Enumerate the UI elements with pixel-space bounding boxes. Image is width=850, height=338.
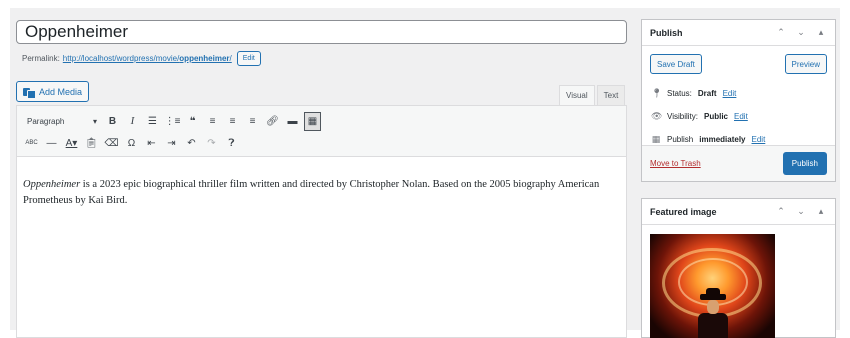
- help-icon[interactable]: ❓︎: [223, 134, 240, 153]
- paste-as-text-icon[interactable]: 📋︎: [83, 134, 100, 153]
- move-down-icon[interactable]: ⌄: [795, 27, 807, 38]
- permalink-bar: Permalink: http://localhost/wordpress/mo…: [22, 51, 261, 66]
- save-draft-button[interactable]: Save Draft: [650, 54, 702, 74]
- align-center-icon[interactable]: ≡: [224, 112, 241, 131]
- poster-figure: [698, 288, 728, 338]
- pin-icon: 📍︎: [651, 88, 663, 98]
- publish-box-title: Publish: [650, 27, 683, 38]
- collapse-icon[interactable]: ▴: [815, 27, 827, 38]
- editor-content[interactable]: Oppenheimer is a 2023 epic biographical …: [17, 157, 626, 209]
- clear-formatting-icon[interactable]: ⌫: [103, 134, 120, 153]
- featured-image-controls: ⌃ ⌄ ▴: [775, 206, 827, 217]
- format-select[interactable]: Paragraph ▾: [23, 112, 101, 130]
- add-media-icon: [23, 87, 36, 99]
- preview-button[interactable]: Preview: [784, 54, 827, 74]
- status-value: Draft: [697, 89, 717, 98]
- post-title-input[interactable]: Oppenheimer: [16, 20, 627, 44]
- schedule-value: immediately: [699, 135, 746, 144]
- italic-icon[interactable]: I: [124, 112, 141, 131]
- blockquote-icon[interactable]: ❝: [184, 112, 201, 131]
- move-up-icon[interactable]: ⌃: [775, 206, 787, 217]
- move-up-icon[interactable]: ⌃: [775, 27, 787, 38]
- tab-text[interactable]: Text: [596, 85, 626, 106]
- publish-footer: Move to Trash Publish: [642, 145, 835, 181]
- tab-visual[interactable]: Visual: [559, 85, 595, 106]
- editor-tabs: Visual Text: [559, 85, 626, 106]
- featured-image-header: Featured image ⌃ ⌄ ▴: [642, 199, 835, 225]
- publish-box-controls: ⌃ ⌄ ▴: [775, 27, 827, 38]
- outdent-icon[interactable]: ⇤: [143, 134, 160, 153]
- editor-toolbar: Paragraph ▾ B I ☰ ⋮≡ ❝ ≡ ≡ ≡ 🔗︎ ▬ ▦ ABC …: [17, 106, 626, 157]
- add-media-label: Add Media: [39, 86, 83, 97]
- status-row: 📍︎ Status: Draft Edit: [651, 88, 737, 98]
- visibility-edit-link[interactable]: Edit: [734, 112, 748, 121]
- featured-image-title: Featured image: [650, 206, 717, 217]
- visibility-row: 👁︎ Visibility: Public Edit: [651, 111, 748, 121]
- publish-button[interactable]: Publish: [782, 152, 827, 175]
- collapse-icon[interactable]: ▴: [815, 206, 827, 217]
- featured-image-thumbnail[interactable]: [650, 234, 775, 338]
- add-media-button[interactable]: Add Media: [16, 81, 90, 102]
- schedule-edit-link[interactable]: Edit: [752, 135, 766, 144]
- publish-box-header: Publish ⌃ ⌄ ▴: [642, 20, 835, 46]
- special-character-icon[interactable]: Ω: [123, 134, 140, 153]
- content-emphasis: Oppenheimer: [23, 179, 81, 190]
- bold-icon[interactable]: B: [104, 112, 121, 131]
- toolbar-row-1: Paragraph ▾ B I ☰ ⋮≡ ❝ ≡ ≡ ≡ 🔗︎ ▬ ▦: [23, 110, 620, 132]
- align-right-icon[interactable]: ≡: [244, 112, 261, 131]
- align-left-icon[interactable]: ≡: [204, 112, 221, 131]
- undo-icon[interactable]: ↶: [183, 134, 200, 153]
- redo-icon[interactable]: ↷: [203, 134, 220, 153]
- publish-actions: Save Draft Preview: [642, 46, 835, 82]
- move-to-trash-link[interactable]: Move to Trash: [650, 159, 701, 168]
- text-color-icon[interactable]: A▾: [63, 134, 80, 153]
- featured-image-box: Featured image ⌃ ⌄ ▴: [641, 198, 836, 338]
- content-text: is a 2023 epic biographical thriller fil…: [23, 179, 600, 206]
- permalink-slug: oppenheimer: [179, 54, 230, 63]
- numbered-list-icon[interactable]: ⋮≡: [164, 112, 181, 131]
- strikethrough-icon[interactable]: ABC: [23, 134, 40, 153]
- permalink-label: Permalink:: [22, 54, 60, 63]
- permalink-edit-button[interactable]: Edit: [236, 51, 261, 66]
- permalink-link[interactable]: http://localhost/wordpress/movie/oppenhe…: [63, 54, 232, 63]
- toolbar-row-2: ABC — A▾ 📋︎ ⌫ Ω ⇤ ⇥ ↶ ↷ ❓︎: [23, 132, 620, 154]
- toolbar-toggle-icon[interactable]: ▦: [304, 111, 321, 131]
- chevron-down-icon: ▾: [92, 116, 97, 126]
- eye-icon: 👁︎: [651, 111, 663, 121]
- indent-icon[interactable]: ⇥: [163, 134, 180, 153]
- move-down-icon[interactable]: ⌄: [795, 206, 807, 217]
- horizontal-line-icon[interactable]: —: [43, 134, 60, 153]
- publish-box: Publish ⌃ ⌄ ▴ Save Draft Preview 📍︎ Stat…: [641, 19, 836, 182]
- bullet-list-icon[interactable]: ☰: [144, 112, 161, 131]
- calendar-icon: ▦: [651, 134, 661, 144]
- read-more-icon[interactable]: ▬: [284, 112, 301, 131]
- visibility-value: Public: [703, 112, 728, 121]
- classic-editor: Paragraph ▾ B I ☰ ⋮≡ ❝ ≡ ≡ ≡ 🔗︎ ▬ ▦ ABC …: [16, 105, 627, 338]
- link-icon[interactable]: 🔗︎: [264, 112, 281, 131]
- status-edit-link[interactable]: Edit: [723, 89, 737, 98]
